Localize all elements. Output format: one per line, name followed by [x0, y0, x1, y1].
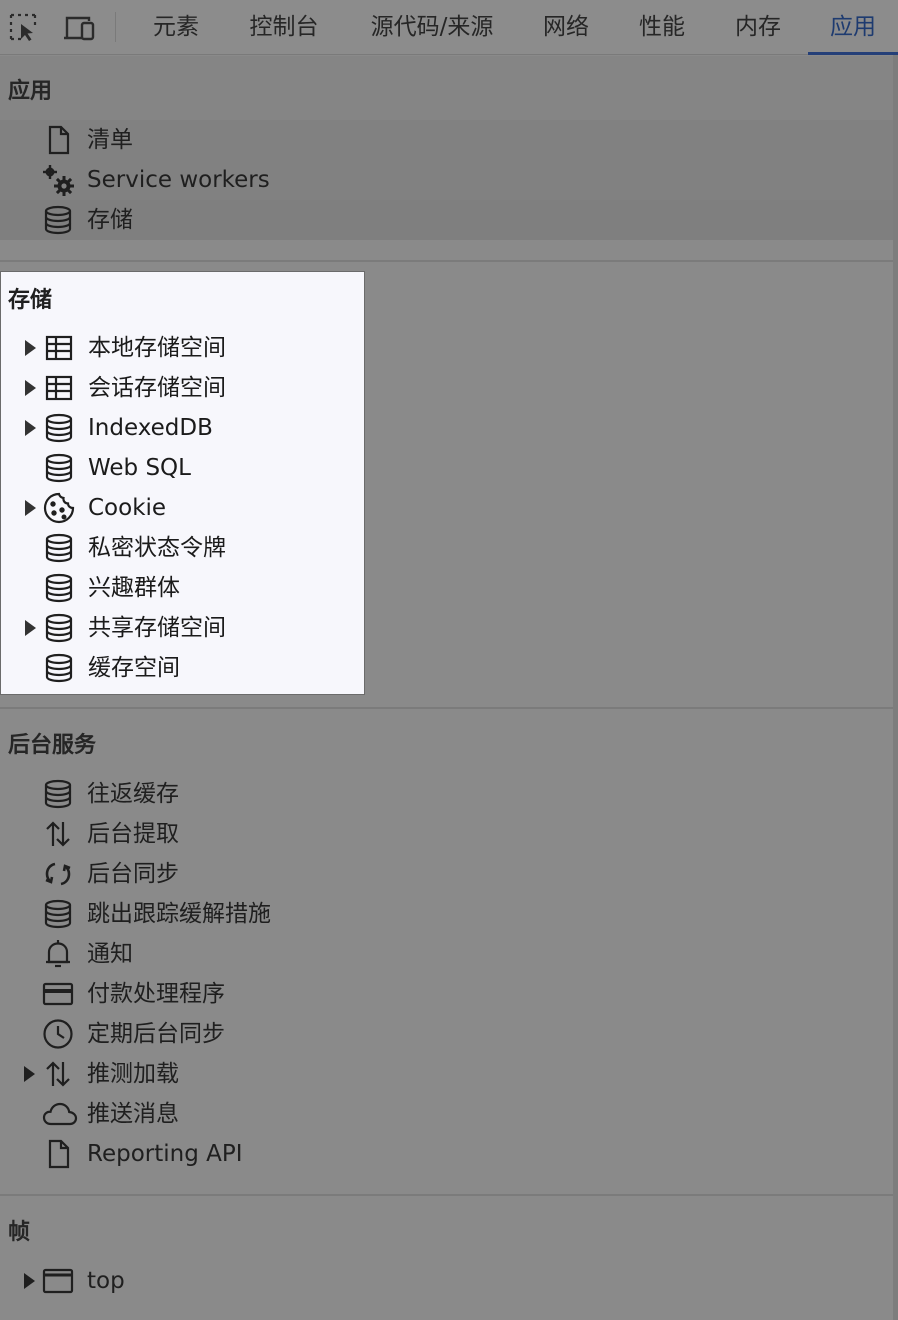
- section-divider: [0, 707, 893, 709]
- tree-item-label: 后台提取: [87, 821, 179, 847]
- tree-item-notifications[interactable]: 通知: [0, 934, 893, 974]
- scrollbar-gutter[interactable]: [893, 55, 898, 1320]
- tree-item-storage-selected[interactable]: 存储: [0, 200, 893, 240]
- devtools-toolbar: 元素 控制台 源代码/来源 网络 性能 内存 应用: [0, 0, 898, 55]
- tree-item-label: 共享存储空间: [88, 615, 226, 641]
- database-icon: [42, 778, 74, 810]
- tree-item-web-sql[interactable]: Web SQL: [1, 448, 364, 488]
- tree-item-service-workers[interactable]: Service workers: [0, 160, 893, 200]
- tree-item-label: 存储: [87, 207, 133, 233]
- tree-item-label: 兴趣群体: [88, 575, 180, 601]
- sync-icon: [42, 858, 74, 890]
- tree-item-periodic-background-sync[interactable]: 定期后台同步: [0, 1014, 893, 1054]
- document-icon: [42, 1138, 74, 1170]
- section-header-background-services[interactable]: 后台服务: [0, 710, 893, 774]
- tree-item-reporting-api[interactable]: Reporting API: [0, 1134, 893, 1174]
- tree-item-background-sync[interactable]: 后台同步: [0, 854, 893, 894]
- tree-item-label: 往返缓存: [87, 781, 179, 807]
- tree-item-label: 私密状态令牌: [88, 535, 226, 561]
- bell-icon: [42, 938, 74, 970]
- tree-item-label: 清单: [87, 127, 133, 153]
- tab-console[interactable]: 控制台: [236, 0, 332, 55]
- tree-item-speculative-loads[interactable]: 推测加载: [0, 1054, 893, 1094]
- tree-item-label: 付款处理程序: [87, 981, 225, 1007]
- tree-item-label: 推送消息: [87, 1101, 179, 1127]
- tree-item-background-fetch[interactable]: 后台提取: [0, 814, 893, 854]
- tree-item-label: 会话存储空间: [88, 375, 226, 401]
- database-icon: [43, 612, 75, 644]
- database-icon: [42, 898, 74, 930]
- expand-arrow-icon[interactable]: [25, 340, 36, 356]
- tree-item-label: 本地存储空间: [88, 335, 226, 361]
- database-icon: [43, 452, 75, 484]
- expand-arrow-icon[interactable]: [24, 1066, 35, 1082]
- tree-item-label: 后台同步: [87, 861, 179, 887]
- tab-performance[interactable]: 性能: [626, 0, 698, 55]
- up-down-arrows-icon: [42, 1058, 74, 1090]
- tree-item-label: IndexedDB: [88, 415, 213, 441]
- section-header-application[interactable]: 应用: [0, 56, 893, 120]
- tree-item-label: 通知: [87, 941, 133, 967]
- tab-application[interactable]: 应用: [808, 0, 898, 55]
- expand-arrow-icon[interactable]: [25, 500, 36, 516]
- database-icon: [43, 532, 75, 564]
- tree-item-bounce-tracking-mitigations[interactable]: 跳出跟踪缓解措施: [0, 894, 893, 934]
- tab-memory[interactable]: 内存: [722, 0, 794, 55]
- tree-item-label: Cookie: [88, 495, 167, 521]
- database-icon: [43, 572, 75, 604]
- toolbar-separator: [115, 12, 116, 42]
- section-divider: [0, 260, 893, 262]
- section-header-frames[interactable]: 帧: [0, 1197, 893, 1261]
- document-icon: [42, 124, 74, 156]
- tree-item-frame-top[interactable]: top: [0, 1261, 893, 1301]
- cookie-icon: [43, 492, 75, 524]
- tree-item-label: top: [87, 1268, 125, 1294]
- storage-section-panel: 存储 本地存储空间 会话存储空间 IndexedDB Web SQL Cooki…: [0, 271, 365, 695]
- expand-arrow-icon[interactable]: [25, 380, 36, 396]
- tree-item-payment-handler[interactable]: 付款处理程序: [0, 974, 893, 1014]
- tree-item-label: 推测加载: [87, 1061, 179, 1087]
- tree-item-label: Reporting API: [87, 1141, 243, 1167]
- credit-card-icon: [42, 978, 74, 1010]
- cloud-icon: [42, 1098, 78, 1130]
- tree-item-label: Service workers: [87, 167, 270, 193]
- tree-item-local-storage[interactable]: 本地存储空间: [1, 328, 364, 368]
- section-divider: [0, 1194, 893, 1196]
- database-icon: [43, 412, 75, 444]
- clock-icon: [42, 1018, 74, 1050]
- section-header-storage[interactable]: 存储: [8, 282, 52, 314]
- expand-arrow-icon[interactable]: [24, 1273, 35, 1289]
- tree-item-label: 缓存空间: [88, 655, 180, 681]
- inspect-element-icon[interactable]: [8, 12, 40, 44]
- up-down-arrows-icon: [42, 818, 74, 850]
- tree-item-session-storage[interactable]: 会话存储空间: [1, 368, 364, 408]
- expand-arrow-icon[interactable]: [25, 620, 36, 636]
- expand-arrow-icon[interactable]: [25, 420, 36, 436]
- tree-item-back-forward-cache[interactable]: 往返缓存: [0, 774, 893, 814]
- table-icon: [43, 332, 75, 364]
- table-icon: [43, 372, 75, 404]
- tree-item-cookie[interactable]: Cookie: [1, 488, 364, 528]
- tree-item-indexeddb[interactable]: IndexedDB: [1, 408, 364, 448]
- tree-item-shared-storage[interactable]: 共享存储空间: [1, 608, 364, 648]
- database-icon: [42, 204, 74, 236]
- frame-window-icon: [42, 1265, 74, 1297]
- tree-item-manifest[interactable]: 清单: [0, 120, 893, 160]
- gears-icon: [42, 164, 74, 196]
- device-toggle-icon[interactable]: [62, 12, 95, 44]
- tab-elements[interactable]: 元素: [140, 0, 212, 55]
- tree-item-label: 跳出跟踪缓解措施: [87, 901, 271, 927]
- tree-item-push-messaging[interactable]: 推送消息: [0, 1094, 893, 1134]
- tree-item-private-state-tokens[interactable]: 私密状态令牌: [1, 528, 364, 568]
- tab-sources[interactable]: 源代码/来源: [356, 0, 508, 55]
- tree-item-label: 定期后台同步: [87, 1021, 225, 1047]
- tree-item-cache-storage[interactable]: 缓存空间: [1, 648, 364, 688]
- database-icon: [43, 652, 75, 684]
- tree-item-label: Web SQL: [88, 455, 191, 481]
- tree-item-interest-groups[interactable]: 兴趣群体: [1, 568, 364, 608]
- tab-network[interactable]: 网络: [530, 0, 602, 55]
